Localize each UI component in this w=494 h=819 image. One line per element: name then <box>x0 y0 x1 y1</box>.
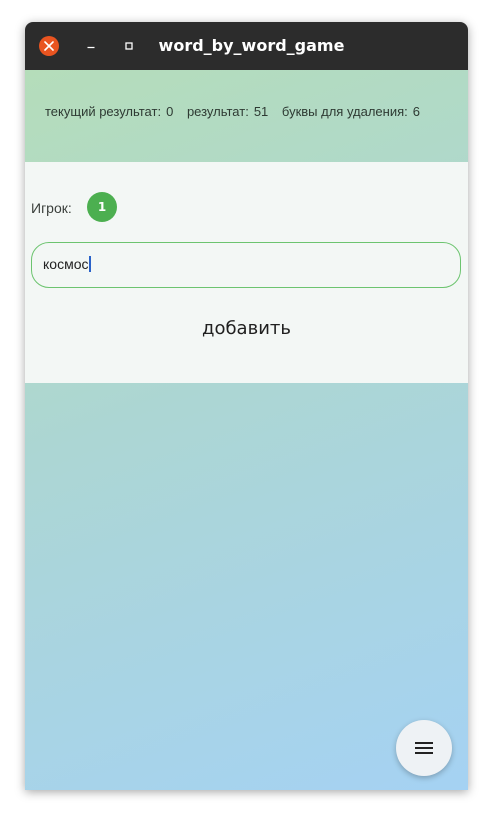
menu-button[interactable] <box>396 720 452 776</box>
word-input-value: космос <box>43 256 92 272</box>
total-result-label: результат: <box>186 104 249 119</box>
word-input-text: космос <box>43 256 89 272</box>
letters-to-remove-label: буквы для удаления: <box>281 104 408 119</box>
word-input[interactable]: космос <box>31 242 461 288</box>
total-result-value: 51 <box>253 104 269 119</box>
window-title: word_by_word_game <box>158 36 345 55</box>
status-row: текущий результат: 0 результат: 51 буквы д… <box>45 104 430 119</box>
title-bar[interactable]: word_by_word_game <box>25 22 468 70</box>
text-caret <box>89 256 92 272</box>
total-result: результат: 51 <box>187 104 268 119</box>
word-entry-card: Игрок: 1 космос добавить <box>25 162 468 383</box>
player-label: Игрок: <box>31 200 72 216</box>
add-button[interactable]: добавить <box>175 308 318 348</box>
app-window: word_by_word_game текущий результат: 0 ре… <box>25 22 468 790</box>
player-badge: 1 <box>87 192 117 222</box>
letters-to-remove: буквы для удаления: 6 <box>282 104 420 119</box>
app-content: текущий результат: 0 результат: 51 буквы д… <box>25 70 468 790</box>
current-result-value: 0 <box>166 104 174 119</box>
letters-to-remove-value: 6 <box>412 104 420 119</box>
status-bar: текущий результат: 0 результат: 51 буквы д… <box>25 70 468 162</box>
current-result: текущий результат: 0 <box>45 104 173 119</box>
menu-icon <box>415 742 433 754</box>
current-result-label: текущий результат: <box>45 104 162 119</box>
